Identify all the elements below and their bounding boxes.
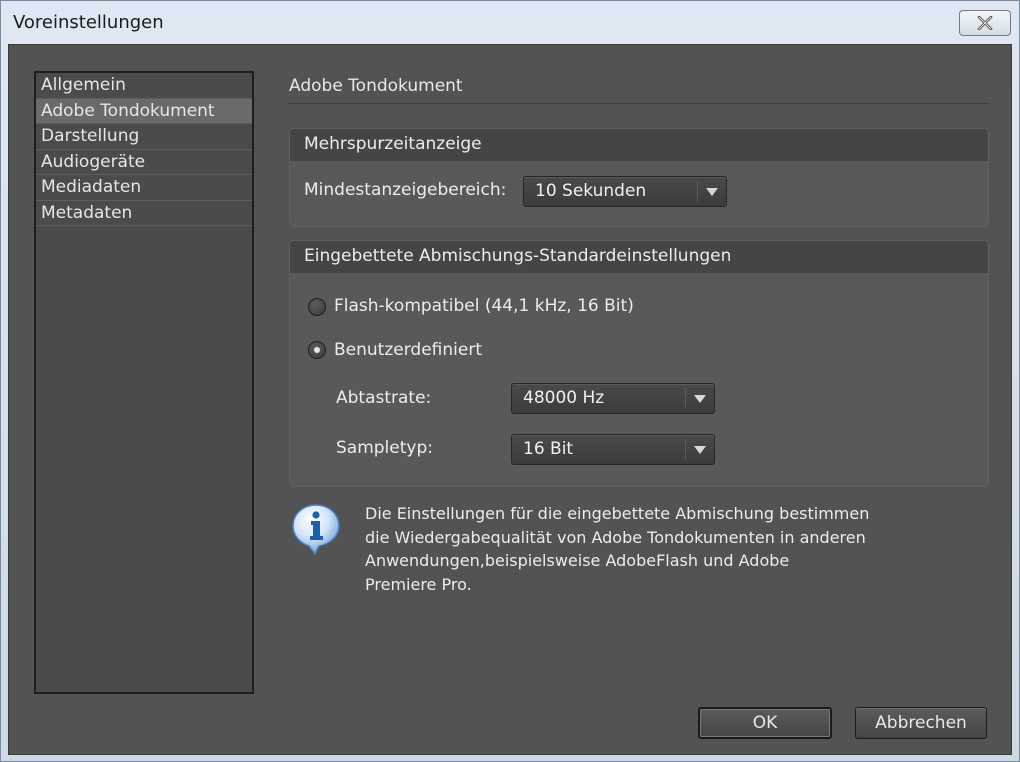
- page-title: Adobe Tondokument: [289, 76, 463, 96]
- sidebar-item-allgemein[interactable]: Allgemein: [36, 73, 252, 99]
- mixdown-group-header: Eingebettete Abmischungs-Standardeinstel…: [290, 241, 988, 273]
- preferences-dialog: Voreinstellungen Allgemein Adobe Tondoku…: [0, 0, 1020, 762]
- title-bar[interactable]: Voreinstellungen: [1, 1, 1019, 43]
- min-range-label: Mindestanzeigebereich:: [304, 180, 507, 200]
- info-icon: [292, 504, 340, 555]
- heading-divider: [289, 103, 989, 104]
- sample-rate-value: 48000 Hz: [523, 388, 605, 408]
- multitrack-group: Mehrspurzeitanzeige Mindestanzeigebereic…: [289, 128, 989, 227]
- close-button[interactable]: [959, 10, 1011, 36]
- select-divider: [685, 439, 686, 460]
- info-line: Premiere Pro.: [365, 574, 472, 594]
- sample-type-select[interactable]: 16 Bit: [511, 434, 715, 465]
- min-range-select[interactable]: 10 Sekunden: [523, 176, 727, 207]
- sidebar-item-darstellung[interactable]: Darstellung: [36, 124, 252, 150]
- category-list: Allgemein Adobe Tondokument Darstellung …: [34, 71, 254, 694]
- chevron-down-icon: [694, 446, 706, 454]
- flash-compatible-label[interactable]: Flash-kompatibel (44,1 kHz, 16 Bit): [334, 296, 634, 316]
- ok-button[interactable]: OK: [698, 707, 832, 739]
- select-divider: [685, 388, 686, 409]
- sample-type-label: Sampletyp:: [336, 438, 433, 458]
- info-line: Anwendungen,beispielsweise AdobeFlash un…: [365, 551, 790, 570]
- custom-radio[interactable]: [308, 341, 326, 359]
- multitrack-group-header: Mehrspurzeitanzeige: [290, 129, 988, 161]
- sidebar-item-mediadaten[interactable]: Mediadaten: [36, 175, 252, 201]
- dialog-content: Allgemein Adobe Tondokument Darstellung …: [8, 44, 1012, 755]
- sample-rate-label: Abtastrate:: [336, 388, 432, 408]
- chevron-down-icon: [694, 395, 706, 403]
- info-text: Die Einstellungen für die eingebettete A…: [365, 502, 965, 596]
- sample-rate-select[interactable]: 48000 Hz: [511, 383, 715, 414]
- flash-compatible-radio[interactable]: [308, 298, 326, 316]
- sidebar-item-audiogeraete[interactable]: Audiogeräte: [36, 150, 252, 175]
- sample-type-value: 16 Bit: [523, 439, 574, 459]
- close-icon: [977, 16, 993, 30]
- cancel-button[interactable]: Abbrechen: [855, 707, 987, 739]
- custom-label[interactable]: Benutzerdefiniert: [334, 340, 482, 360]
- info-line: Die Einstellungen für die eingebettete A…: [365, 504, 870, 523]
- chevron-down-icon: [706, 188, 718, 196]
- mixdown-group: Eingebettete Abmischungs-Standardeinstel…: [289, 240, 989, 487]
- select-divider: [697, 181, 698, 202]
- min-range-value: 10 Sekunden: [535, 181, 647, 201]
- window-title: Voreinstellungen: [13, 12, 164, 33]
- info-line: die Wiedergabequalität von Adobe Tondoku…: [365, 527, 866, 547]
- sidebar-item-adobe-tondokument[interactable]: Adobe Tondokument: [36, 98, 252, 124]
- sidebar-item-metadaten[interactable]: Metadaten: [36, 201, 252, 226]
